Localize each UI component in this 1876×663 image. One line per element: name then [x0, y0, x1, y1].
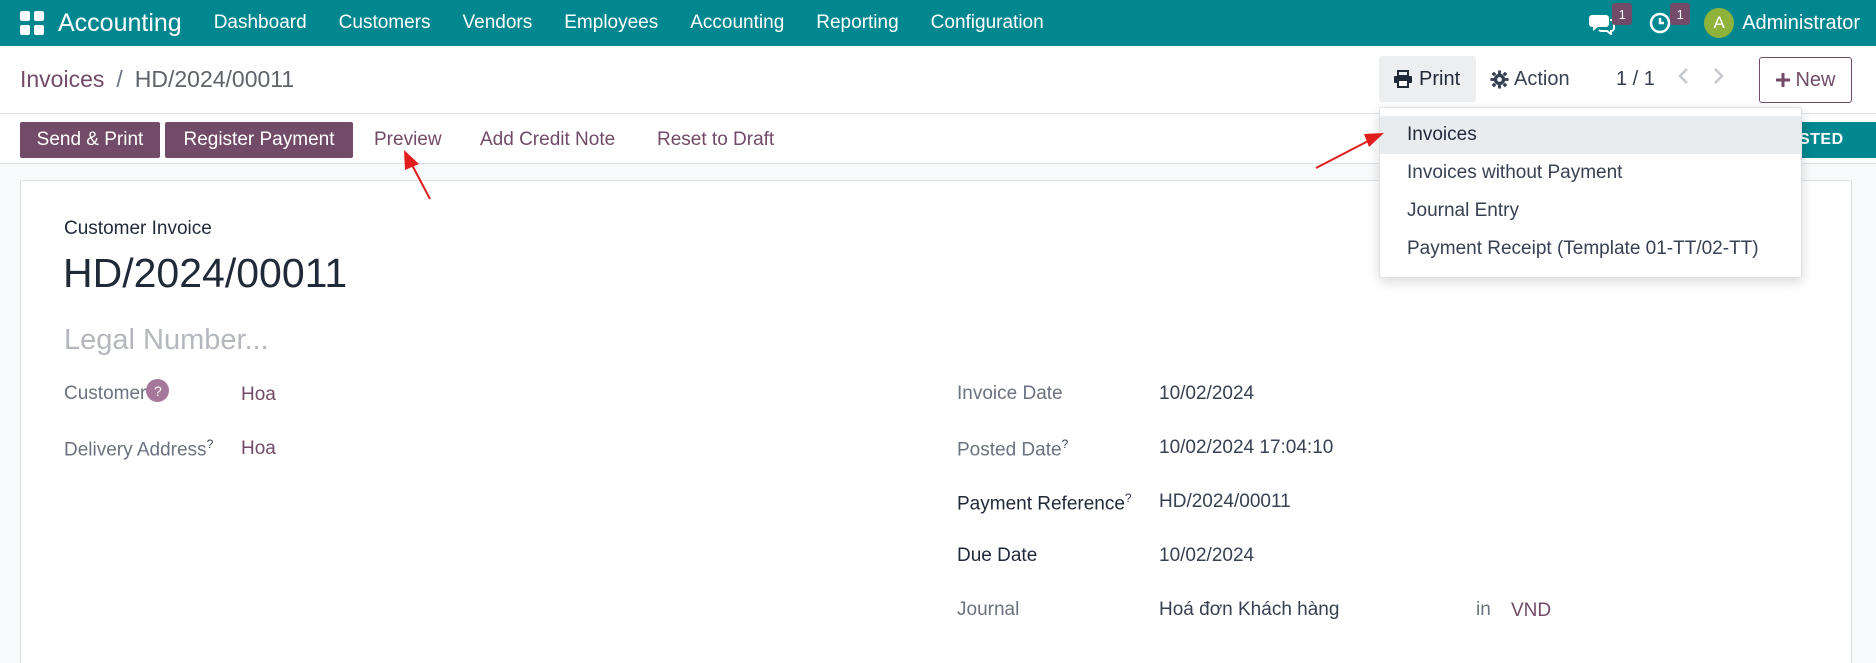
breadcrumb-separator: /	[116, 66, 123, 92]
invoice-number: HD/2024/00011	[63, 250, 348, 296]
customer-label: Customer?	[64, 379, 170, 405]
print-menu-item-invoices[interactable]: Invoices	[1380, 116, 1801, 154]
due-date-label: Due Date	[957, 545, 1038, 566]
action-label: Action	[1514, 67, 1570, 90]
due-date-value[interactable]: 10/02/2024	[1159, 545, 1254, 567]
new-label: New	[1795, 68, 1836, 91]
journal-label: Journal	[957, 599, 1020, 620]
nav-vendors[interactable]: Vendors	[463, 12, 533, 34]
chevron-left-icon[interactable]	[1674, 64, 1694, 88]
invoice-date-label: Invoice Date	[957, 383, 1063, 404]
user-name[interactable]: Administrator	[1742, 12, 1860, 35]
help-icon[interactable]: ?	[146, 379, 170, 402]
journal-in-label: in	[1476, 599, 1491, 620]
gear-icon	[1490, 69, 1509, 89]
apps-grid-icon[interactable]	[20, 11, 44, 35]
chevron-right-icon[interactable]	[1708, 64, 1728, 88]
customer-value[interactable]: Hoa	[241, 384, 276, 406]
messages-badge: 1	[1612, 3, 1633, 25]
action-button[interactable]: Action	[1490, 56, 1570, 102]
currency-value[interactable]: VND	[1511, 600, 1551, 622]
printer-icon	[1394, 70, 1412, 88]
print-label: Print	[1419, 67, 1461, 90]
add-credit-note-button[interactable]: Add Credit Note	[480, 122, 615, 158]
plus-icon	[1776, 73, 1791, 87]
invoice-type-label: Customer Invoice	[64, 218, 212, 239]
journal-value[interactable]: Hoá đơn Khách hàng	[1159, 599, 1339, 621]
pager-arrows	[1674, 64, 1728, 88]
posted-date-value[interactable]: 10/02/2024 17:04:10	[1159, 437, 1333, 459]
reset-to-draft-button[interactable]: Reset to Draft	[657, 122, 774, 158]
register-payment-button[interactable]: Register Payment	[165, 122, 353, 158]
systray: 1 1 A Administrator	[1588, 0, 1860, 46]
nav-employees[interactable]: Employees	[564, 12, 658, 34]
print-menu-item-payment-receipt[interactable]: Payment Receipt (Template 01-TT/02-TT)	[1380, 230, 1801, 268]
breadcrumb: Invoices / HD/2024/00011	[20, 66, 294, 93]
delivery-address-label: Delivery Address?	[64, 437, 214, 461]
activities-badge: 1	[1670, 3, 1691, 25]
help-icon[interactable]: ?	[1125, 491, 1132, 505]
legal-number-input[interactable]: Legal Number...	[64, 324, 269, 357]
payment-reference-value[interactable]: HD/2024/00011	[1159, 491, 1291, 513]
help-icon[interactable]: ?	[207, 437, 214, 451]
nav-dashboard[interactable]: Dashboard	[214, 12, 307, 34]
print-button[interactable]: Print	[1379, 56, 1476, 102]
clock-icon[interactable]: 1	[1646, 3, 1691, 37]
posted-date-label: Posted Date?	[957, 437, 1069, 461]
delivery-address-value[interactable]: Hoa	[241, 438, 276, 460]
nav-reporting[interactable]: Reporting	[816, 12, 898, 34]
preview-button[interactable]: Preview	[374, 122, 442, 158]
invoice-date-value[interactable]: 10/02/2024	[1159, 383, 1254, 405]
avatar[interactable]: A	[1704, 8, 1735, 38]
payment-reference-label: Payment Reference?	[957, 491, 1132, 515]
print-menu-item-invoices-without-payment[interactable]: Invoices without Payment	[1380, 154, 1801, 192]
app-name[interactable]: Accounting	[58, 9, 182, 38]
print-menu-item-journal-entry[interactable]: Journal Entry	[1380, 192, 1801, 230]
breadcrumb-current: HD/2024/00011	[134, 66, 295, 92]
nav-configuration[interactable]: Configuration	[931, 12, 1044, 34]
print-dropdown-menu: Invoices Invoices without Payment Journa…	[1379, 107, 1802, 278]
nav-accounting[interactable]: Accounting	[690, 12, 784, 34]
breadcrumb-invoices[interactable]: Invoices	[20, 66, 104, 93]
nav-customers[interactable]: Customers	[339, 12, 431, 34]
top-navbar: Accounting Dashboard Customers Vendors E…	[0, 0, 1876, 46]
new-button[interactable]: New	[1759, 57, 1852, 103]
send-print-button[interactable]: Send & Print	[20, 122, 160, 158]
help-icon[interactable]: ?	[1062, 437, 1069, 451]
control-panel: Invoices / HD/2024/00011 Print Action 1 …	[0, 46, 1876, 114]
chat-icon[interactable]: 1	[1588, 3, 1633, 37]
pager-value[interactable]: 1 / 1	[1616, 68, 1655, 91]
